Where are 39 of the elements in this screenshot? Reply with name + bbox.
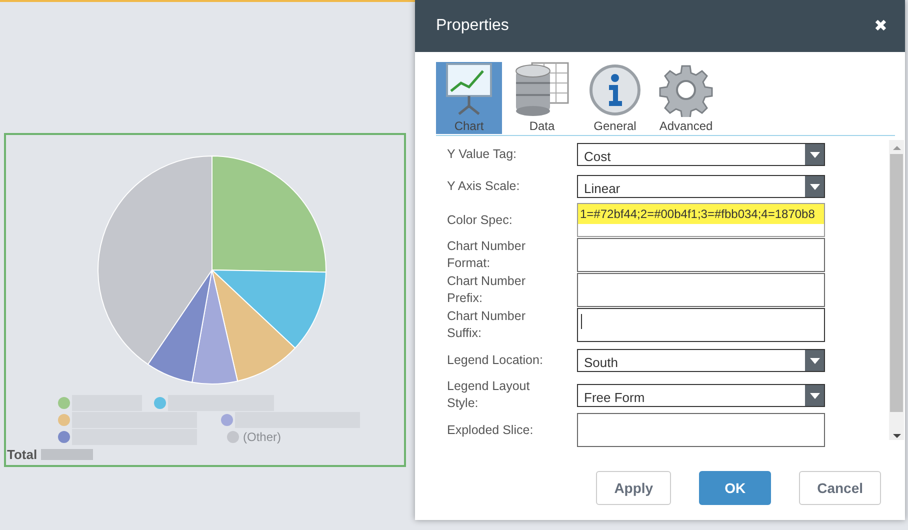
field-label: Y Value Tag: [447,146,518,163]
scroll-down-icon[interactable] [892,434,900,438]
info-icon [588,63,642,117]
input-field[interactable] [577,413,825,447]
field-label: Chart Number Prefix: [447,273,526,307]
field-label: Y Axis Scale: [447,178,521,195]
dialog-title: Properties [436,17,509,35]
field-label: Chart Number Suffix: [447,308,526,342]
input-field[interactable] [577,238,825,272]
tab[interactable]: Advanced [653,62,719,134]
field-label: Exploded Slice: [447,422,534,438]
dropdown[interactable]: Linear [577,175,825,198]
caret-icon[interactable] [805,384,824,406]
gear-icon [659,63,713,117]
dropdown[interactable]: Cost [577,143,825,166]
input-field[interactable]: 1=#72bf44;2=#00b4f1;3=#fbb034;4=1870b8 [577,203,825,237]
caret-icon[interactable] [805,144,824,165]
scrollbar[interactable] [889,140,904,440]
close-button[interactable]: ✖ [874,16,887,36]
field-label: Legend Location: [447,352,544,368]
field-label: Color Spec: [447,212,514,228]
caret-icon[interactable] [805,350,824,370]
dialog-button[interactable]: Cancel [799,471,881,505]
database-table-icon [514,61,570,117]
redacted-value [41,449,94,460]
tab[interactable]: General [584,62,646,134]
field-label: Chart Number Format: [447,238,526,272]
scrollbar-thumb[interactable] [890,154,903,412]
input-field[interactable] [577,308,825,342]
legend-label: (Other) [243,430,282,444]
dialog-button[interactable]: Apply [596,471,672,505]
input-field[interactable] [577,273,825,307]
tab[interactable]: Data [509,62,575,134]
dropdown[interactable]: Free Form [577,384,825,406]
total-label: Total [7,447,38,462]
caret-icon[interactable] [805,176,824,197]
dialog-button[interactable]: OK [699,471,772,505]
field-label: Legend Layout Style: [447,378,531,412]
dropdown[interactable]: South [577,348,825,372]
